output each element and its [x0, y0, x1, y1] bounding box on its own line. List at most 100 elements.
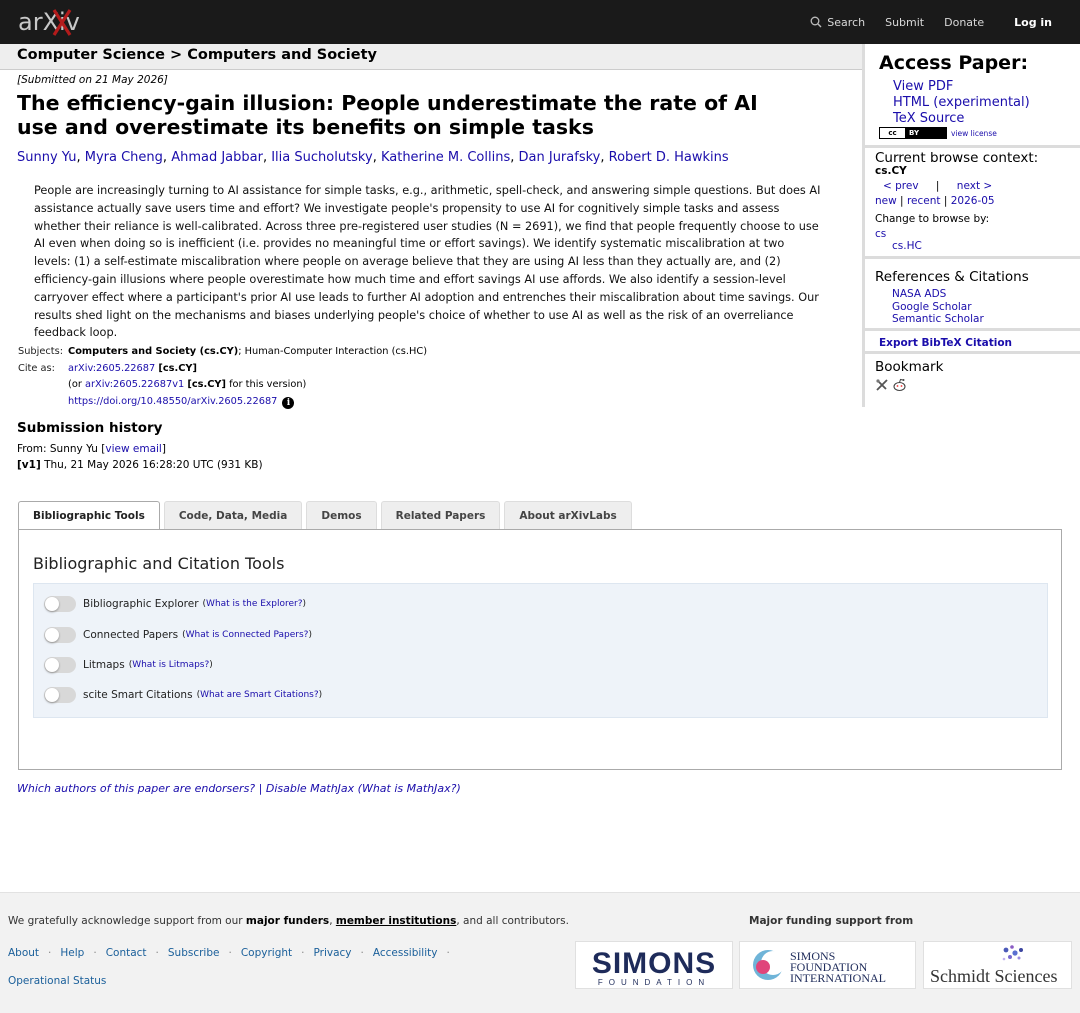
- recent-link[interactable]: recent: [907, 195, 941, 207]
- submit-link[interactable]: Submit: [885, 16, 924, 29]
- what-is-mathjax-link[interactable]: (What is MathJax?): [354, 782, 461, 795]
- tex-source-link[interactable]: TeX Source: [893, 111, 1030, 127]
- view-license-link[interactable]: view license: [951, 129, 997, 138]
- tab-panel: Bibliographic and Citation Tools Bibliog…: [18, 529, 1062, 770]
- access-paper-section: Access Paper: View PDF HTML (experimenta…: [865, 44, 1080, 148]
- toggle-switch[interactable]: [44, 657, 76, 673]
- footer-accessibility-link[interactable]: Accessibility: [373, 947, 438, 959]
- author-link[interactable]: Robert D. Hawkins: [609, 150, 729, 165]
- endorsers-link[interactable]: Which authors of this paper are endorser…: [17, 782, 255, 795]
- author-link[interactable]: Katherine M. Collins: [381, 150, 510, 165]
- toggle-switch[interactable]: [44, 687, 76, 703]
- doi-link[interactable]: https://doi.org/10.48550/arXiv.2605.2268…: [68, 396, 277, 407]
- disable-mathjax-link[interactable]: Disable MathJax: [266, 782, 354, 795]
- toggle-switch[interactable]: [44, 596, 76, 612]
- semantic-scholar-link[interactable]: Semantic Scholar: [892, 313, 1029, 326]
- top-bar: arXiv Search Submit Donate Log in: [0, 0, 1080, 44]
- ack-comma: ,: [329, 915, 336, 927]
- cite-label: Cite as:: [18, 362, 55, 374]
- bookmark-heading: Bookmark: [875, 359, 944, 375]
- arxiv-logo-text: arXiv: [18, 8, 80, 36]
- other-subjects: ; Human-Computer Interaction (cs.HC): [238, 346, 428, 357]
- tab-bibliographic-tools[interactable]: Bibliographic Tools: [18, 501, 160, 531]
- major-funders: major funders: [245, 915, 330, 927]
- footer-help-link[interactable]: Help: [60, 947, 84, 959]
- new-link[interactable]: new: [875, 195, 897, 207]
- browse-cs-link[interactable]: cs: [875, 228, 886, 240]
- author-link[interactable]: Myra Cheng: [85, 150, 163, 165]
- month-link[interactable]: 2026-05: [951, 195, 995, 207]
- member-institutions-link[interactable]: member institutions: [336, 915, 456, 927]
- tab-related-papers[interactable]: Related Papers: [380, 501, 501, 529]
- references-section: References & Citations NASA ADS Google S…: [875, 269, 1029, 326]
- footer-links: About · Help · Contact · Subscribe · Copyrig…: [8, 947, 459, 959]
- toggle-switch[interactable]: [44, 627, 76, 643]
- author-link[interactable]: Ahmad Jabbar: [171, 150, 263, 165]
- acknowledgement: We gratefully acknowledge support from o…: [8, 915, 569, 927]
- login-link[interactable]: Log in: [1014, 16, 1052, 29]
- footer-contact-link[interactable]: Contact: [106, 947, 147, 959]
- tool-litmaps: Litmaps (What is Litmaps?): [44, 655, 213, 675]
- author-link[interactable]: Sunny Yu: [17, 150, 76, 165]
- schmidt-logo-text: Schmidt Sciences: [930, 966, 1057, 986]
- major-funding-heading: Major funding support from: [749, 915, 914, 927]
- tab-demos[interactable]: Demos: [306, 501, 377, 529]
- html-link[interactable]: HTML (experimental): [893, 95, 1030, 111]
- info-icon[interactable]: i: [282, 396, 295, 409]
- bookmark-section: Bookmark: [875, 359, 943, 392]
- donate-link[interactable]: Donate: [944, 16, 984, 29]
- search-link[interactable]: Search: [810, 16, 865, 29]
- nasa-ads-link[interactable]: NASA ADS: [892, 288, 1029, 301]
- submitted-date: [Submitted on 21 May 2026]: [17, 74, 168, 86]
- cc-by-badge[interactable]: cc BY: [879, 127, 947, 139]
- search-label: Search: [827, 15, 866, 29]
- tab-about-arxivlabs[interactable]: About arXivLabs: [504, 501, 632, 529]
- primary-subject: Computers and Society (cs.CY): [68, 346, 239, 357]
- ack-suffix: , and all contributors.: [456, 915, 569, 927]
- breadcrumb[interactable]: Computer Science > Computers and Society: [0, 44, 862, 70]
- cite-version-link[interactable]: arXiv:2605.22687v1: [85, 379, 184, 390]
- footer-privacy-link[interactable]: Privacy: [313, 947, 351, 959]
- simons-logo-graphic: SIMONS FOUNDATION: [592, 947, 715, 987]
- arxiv-logo[interactable]: arXiv: [18, 5, 98, 39]
- bibsonomy-icon[interactable]: [875, 378, 889, 392]
- schmidt-sciences-logo[interactable]: Schmidt Sciences: [923, 941, 1072, 989]
- simons-logo-subtext: FOUNDATION: [598, 978, 710, 987]
- footer-about-link[interactable]: About: [8, 947, 39, 959]
- submission-history: From: Sunny Yu [view email] [v1] Thu, 21…: [17, 441, 263, 473]
- top-nav: Search Submit Donate Log in: [810, 0, 1052, 44]
- prev-link[interactable]: < prev: [883, 180, 919, 192]
- cc-left: cc: [880, 128, 906, 138]
- author-link[interactable]: Dan Jurafsky: [519, 150, 601, 165]
- google-scholar-link[interactable]: Google Scholar: [892, 301, 1029, 314]
- tool-help-link[interactable]: What is Connected Papers?: [186, 630, 309, 640]
- reddit-icon[interactable]: [892, 378, 907, 392]
- view-pdf-link[interactable]: View PDF: [893, 79, 1030, 95]
- divider: [865, 256, 1080, 259]
- cite-id-link[interactable]: arXiv:2605.22687: [68, 363, 155, 374]
- browse-context: Current browse context: cs.CY < prev | n…: [875, 151, 1038, 254]
- footer-copyright-link[interactable]: Copyright: [241, 947, 292, 959]
- browse-cshc-link[interactable]: cs.HC: [892, 240, 922, 252]
- labs-tabs: Bibliographic Tools Code, Data, Media De…: [18, 501, 632, 531]
- operational-status-link[interactable]: Operational Status: [8, 975, 106, 987]
- sidebar: Access Paper: View PDF HTML (experimenta…: [862, 44, 1080, 407]
- dot-sep: ·: [301, 947, 305, 959]
- simons-foundation-logo[interactable]: SIMONS FOUNDATION: [575, 941, 733, 989]
- author-list: Sunny Yu, Myra Cheng, Ahmad Jabbar, Ilia…: [17, 150, 729, 165]
- pipe: |: [943, 195, 948, 207]
- dot-sep: ·: [155, 947, 159, 959]
- tool-help-link[interactable]: What are Smart Citations?: [200, 690, 319, 700]
- schmidt-logo-graphic: Schmidt Sciences: [930, 945, 1057, 986]
- view-email-link[interactable]: view email: [105, 443, 161, 455]
- next-link[interactable]: next >: [957, 180, 992, 192]
- tool-help-link[interactable]: What is the Explorer?: [206, 599, 302, 609]
- footer-subscribe-link[interactable]: Subscribe: [168, 947, 220, 959]
- author-link[interactable]: Ilia Sucholutsky: [271, 150, 372, 165]
- subjects-label: Subjects:: [18, 346, 64, 357]
- export-bibtex-link[interactable]: Export BibTeX Citation: [879, 337, 1012, 349]
- tool-help-link[interactable]: What is Litmaps?: [132, 660, 209, 670]
- simons-foundation-international-logo[interactable]: SIMONS FOUNDATION INTERNATIONAL: [739, 941, 916, 989]
- footer: We gratefully acknowledge support from o…: [0, 892, 1080, 1013]
- tab-code-data-media[interactable]: Code, Data, Media: [163, 501, 303, 529]
